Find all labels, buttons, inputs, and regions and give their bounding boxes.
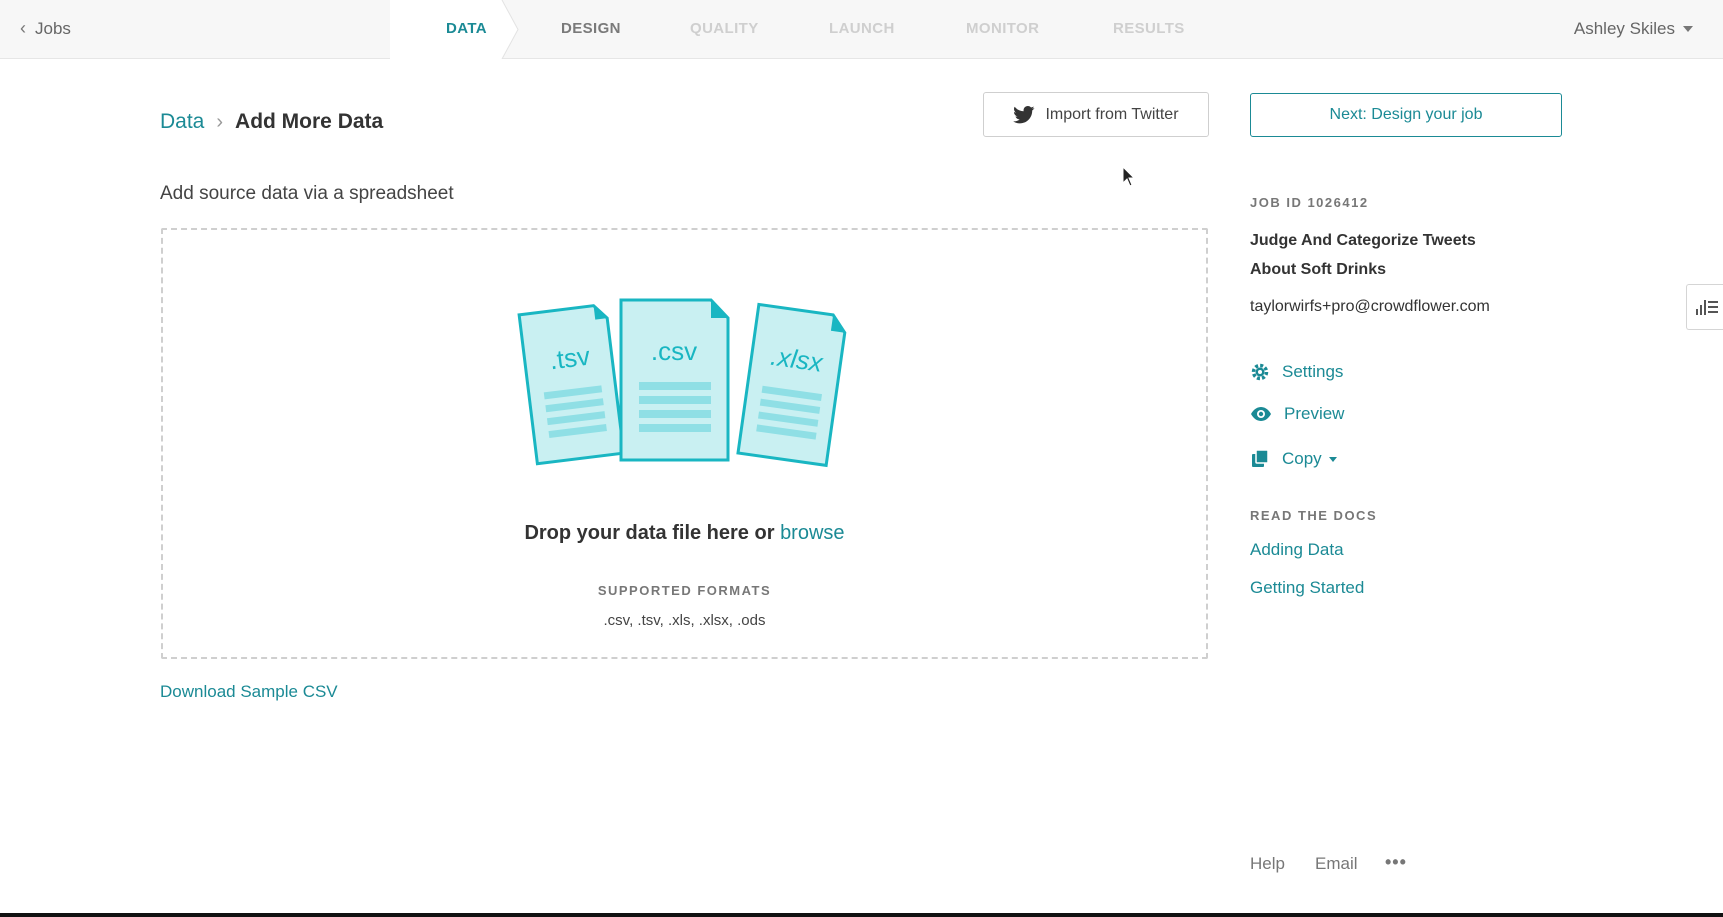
chevron-right-icon: ›: [216, 110, 224, 133]
caret-down-icon: [1683, 26, 1693, 32]
next-design-job-button[interactable]: Next: Design your job: [1250, 93, 1562, 137]
preview-link[interactable]: Preview: [1250, 404, 1344, 424]
drop-text-label: Drop your data file here or: [524, 522, 775, 544]
twitter-button-label: Import from Twitter: [1045, 105, 1179, 123]
help-link[interactable]: Help: [1250, 854, 1285, 874]
download-sample-csv-link[interactable]: Download Sample CSV: [160, 682, 338, 702]
section-title: Add source data via a spreadsheet: [160, 183, 454, 204]
drop-instructions: Drop your data file here or browse: [163, 522, 1206, 545]
settings-label: Settings: [1282, 362, 1344, 381]
twitter-bird-icon: [1013, 105, 1035, 123]
back-label: Jobs: [35, 18, 71, 38]
top-nav-bar: ‹ Jobs DATA DESIGN QUALITY LAUNCH MONITO…: [0, 0, 1723, 59]
tsv-label: .tsv: [548, 341, 592, 376]
step-monitor: MONITOR: [966, 20, 1040, 37]
read-the-docs-title: READ THE DOCS: [1250, 508, 1378, 523]
job-email: taylorwirfs+pro@crowdflower.com: [1250, 298, 1490, 315]
breadcrumb: Data › Add More Data: [160, 110, 383, 134]
doc-link-adding-data[interactable]: Adding Data: [1250, 540, 1344, 560]
more-options-button[interactable]: •••: [1385, 852, 1407, 873]
file-dropzone[interactable]: .tsv .xlsx .csv Drop your data file here…: [161, 228, 1208, 659]
step-design[interactable]: DESIGN: [561, 20, 621, 37]
browse-link[interactable]: browse: [780, 522, 844, 544]
mouse-cursor-icon: [1122, 166, 1136, 187]
doc-link-getting-started[interactable]: Getting Started: [1250, 578, 1364, 598]
email-link[interactable]: Email: [1315, 854, 1358, 874]
user-name: Ashley Skiles: [1573, 19, 1675, 38]
job-id: JOB ID 1026412: [1250, 195, 1369, 210]
file-types-illustration: .tsv .xlsx .csv: [517, 298, 847, 468]
job-title: Judge And Categorize Tweets About Soft D…: [1250, 232, 1476, 278]
csv-label: .csv: [651, 336, 697, 366]
step-data[interactable]: DATA: [446, 20, 487, 37]
supported-formats-title: SUPPORTED FORMATS: [597, 583, 772, 598]
bottom-edge: [0, 913, 1723, 917]
breadcrumb-data-link[interactable]: Data: [160, 110, 204, 134]
back-to-jobs-link[interactable]: ‹ Jobs: [20, 18, 71, 39]
chevron-left-icon: ‹: [20, 18, 26, 38]
side-panel-toggle[interactable]: [1686, 284, 1723, 330]
step-results: RESULTS: [1113, 20, 1185, 37]
import-from-twitter-button[interactable]: Import from Twitter: [983, 92, 1209, 137]
preview-label: Preview: [1284, 404, 1345, 423]
user-menu[interactable]: Ashley Skiles: [1574, 19, 1693, 39]
copy-dropdown[interactable]: Copy: [1250, 449, 1337, 469]
list-chart-icon: [1695, 300, 1718, 315]
copy-label: Copy: [1282, 449, 1322, 468]
eye-icon: [1251, 407, 1271, 421]
next-button-label: Next: Design your job: [1329, 106, 1483, 123]
step-quality: QUALITY: [690, 20, 759, 37]
caret-down-icon: [1328, 456, 1337, 462]
gear-icon: [1251, 363, 1269, 381]
step-launch: LAUNCH: [829, 20, 895, 37]
copy-icon: [1252, 449, 1269, 467]
settings-link[interactable]: Settings: [1250, 362, 1343, 382]
supported-formats-list: .csv, .tsv, .xls, .xlsx, .ods: [603, 612, 766, 629]
page-title: Add More Data: [235, 110, 384, 133]
